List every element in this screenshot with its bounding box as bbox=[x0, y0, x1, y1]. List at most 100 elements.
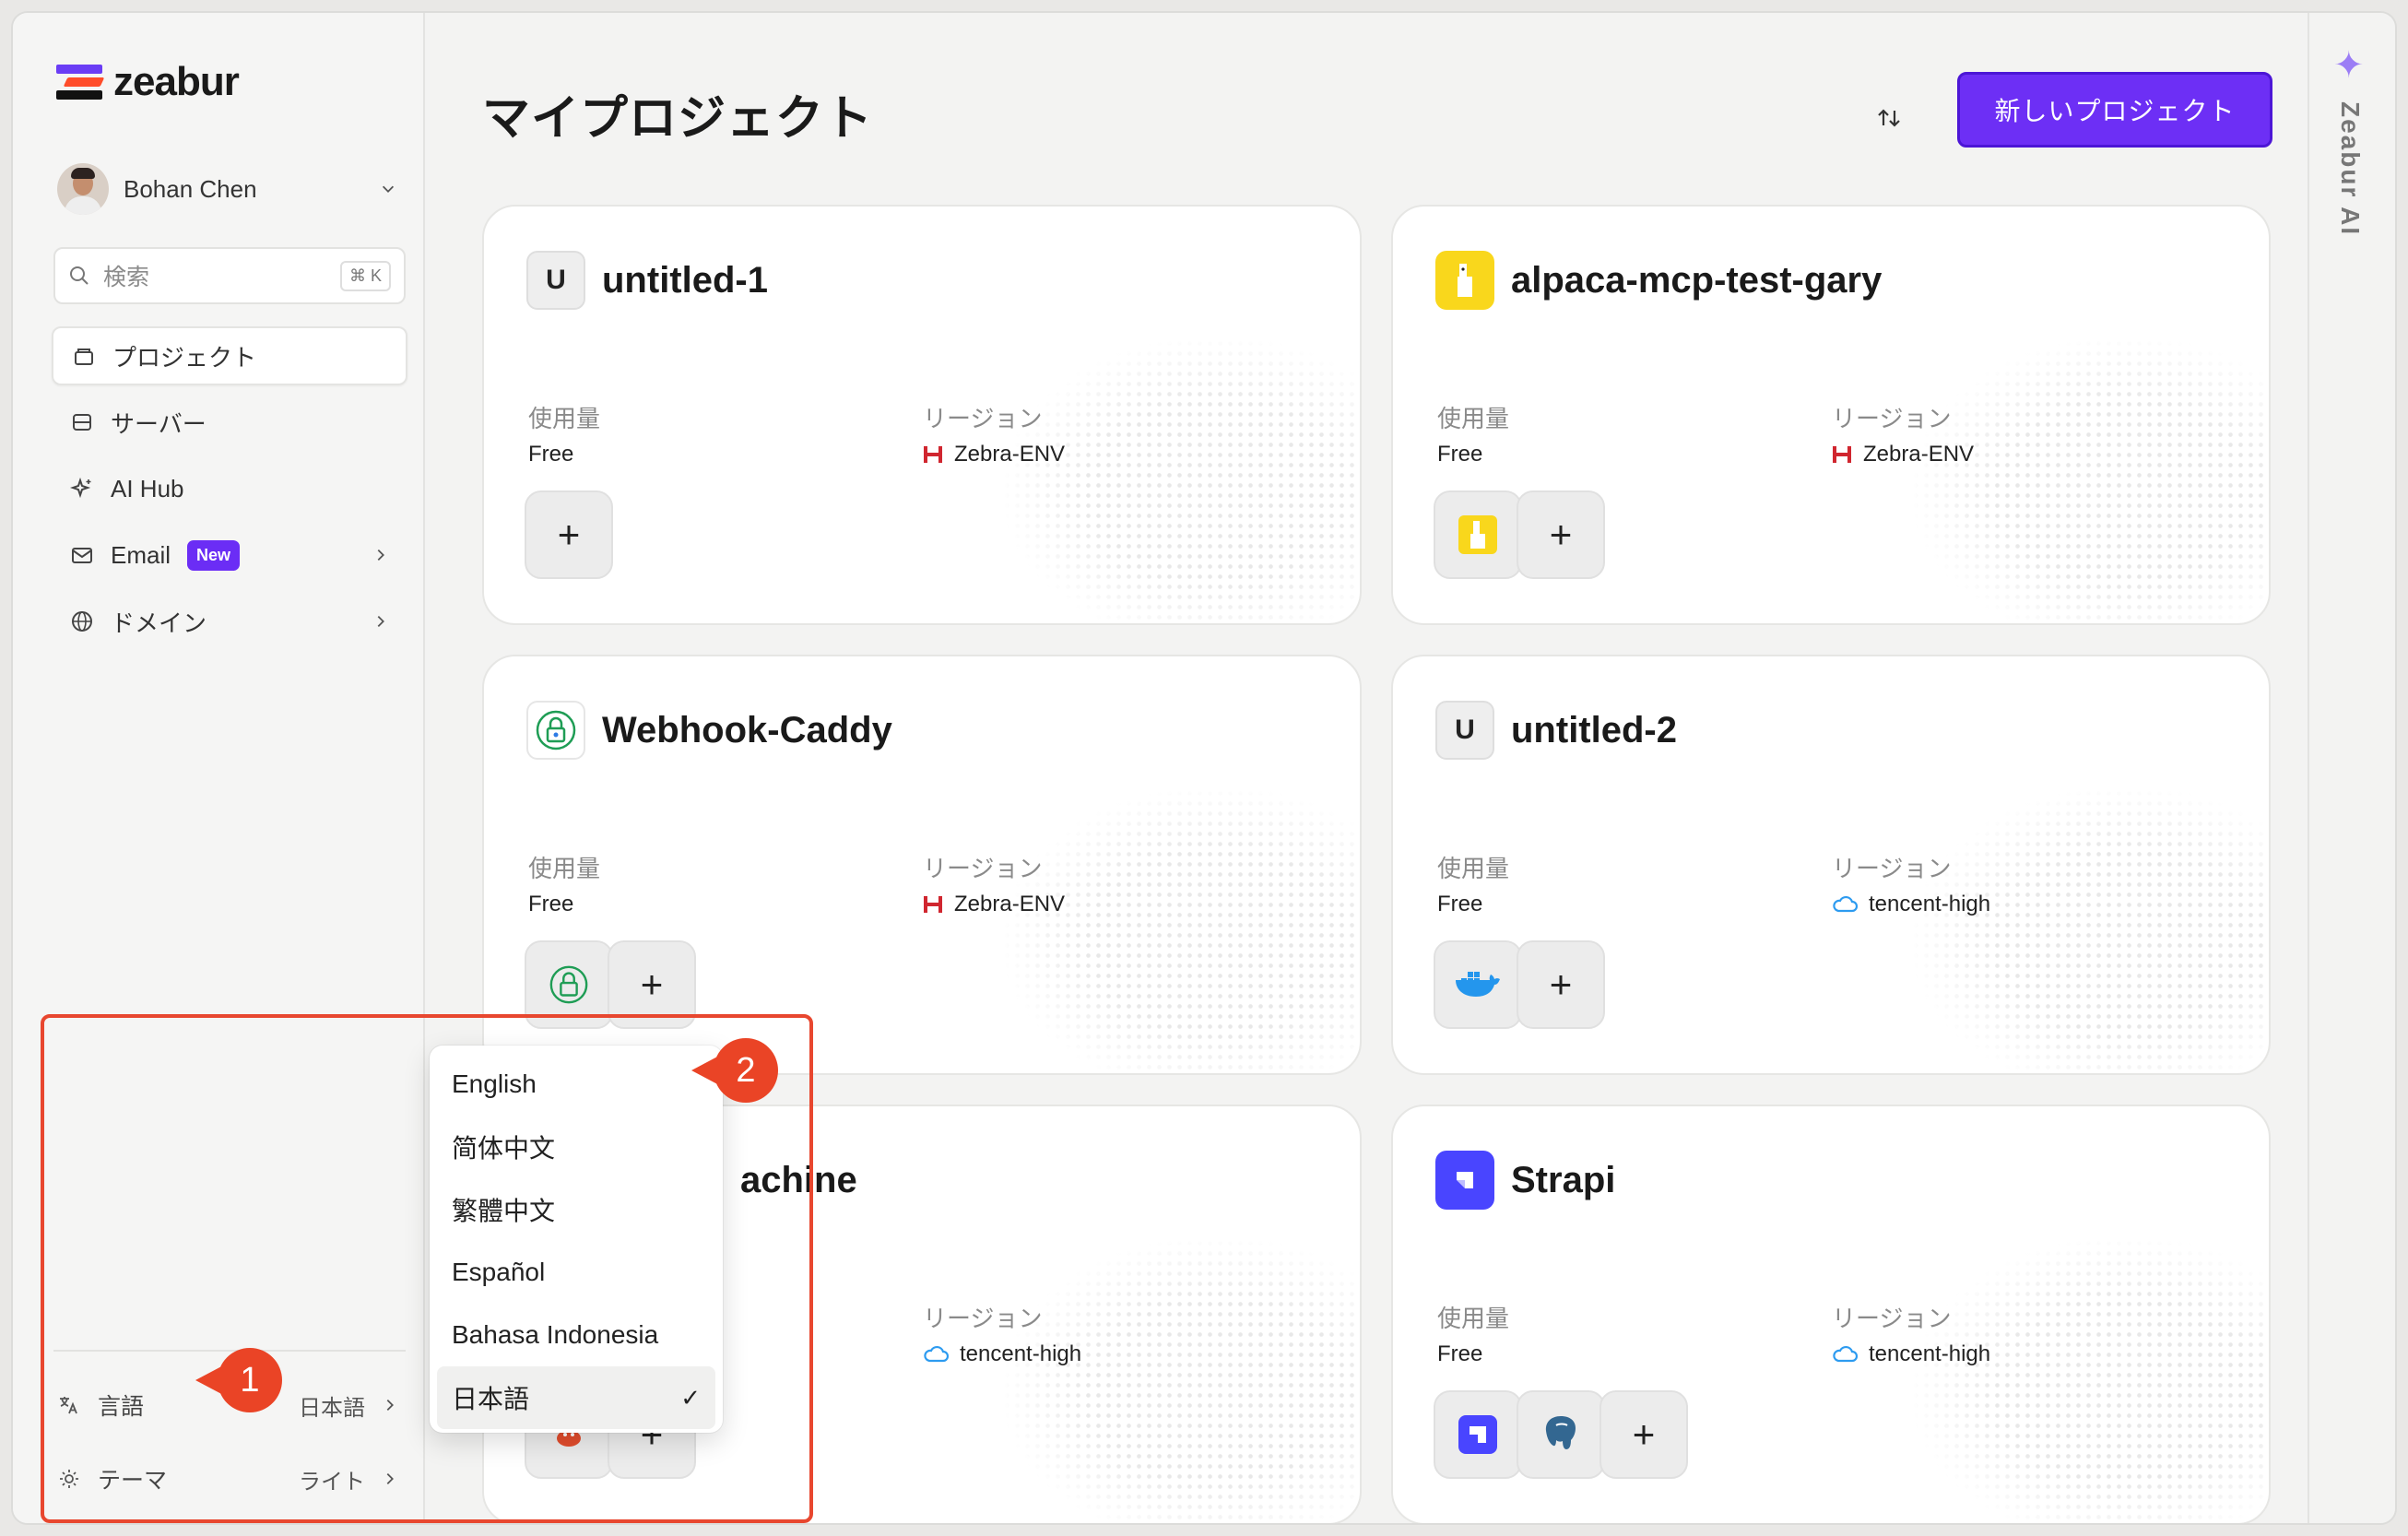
sidebar-item-label: プロジェクト bbox=[112, 343, 257, 372]
service-strapi[interactable] bbox=[1434, 1390, 1522, 1479]
sidebar-item-ai-hub[interactable]: AI Hub bbox=[52, 459, 407, 518]
page-title: マイプロジェクト bbox=[482, 92, 874, 146]
zeabur-logo[interactable]: zeabur bbox=[56, 59, 240, 105]
caddy-icon bbox=[549, 965, 588, 1004]
search-placeholder: 検索 bbox=[103, 265, 150, 290]
strapi-icon bbox=[1435, 1151, 1494, 1210]
annotation-callout-1: 1 bbox=[195, 1348, 282, 1412]
region-value: tencent-high bbox=[1832, 1341, 1990, 1367]
add-service-button[interactable]: + bbox=[1517, 940, 1605, 1029]
user-name: Bohan Chen bbox=[124, 174, 257, 203]
usage-label: 使用量 bbox=[528, 405, 601, 432]
project-title: alpaca-mcp-test-gary bbox=[1511, 259, 1883, 301]
docker-icon bbox=[1456, 972, 1500, 997]
usage-label: 使用量 bbox=[1437, 855, 1510, 882]
new-badge: New bbox=[187, 539, 241, 571]
region-label: リージョン bbox=[1832, 1305, 1952, 1332]
region-label: リージョン bbox=[923, 405, 1043, 432]
project-card-webhook-caddy[interactable]: Webhook-Caddy 使用量 Free リージョン Zebra-ENV + bbox=[482, 655, 1362, 1075]
mail-icon bbox=[72, 548, 92, 563]
project-card-untitled-2[interactable]: U untitled-2 使用量 Free リージョン tencent-high… bbox=[1391, 655, 2271, 1075]
user-switcher[interactable]: Bohan Chen bbox=[57, 160, 396, 218]
alpaca-icon bbox=[1435, 251, 1494, 310]
search-input[interactable]: 検索 ⌘ K bbox=[53, 247, 406, 304]
region-label: リージョン bbox=[1832, 855, 1952, 882]
project-card-strapi[interactable]: Strapi 使用量 Free リージョン tencent-high + bbox=[1391, 1105, 2271, 1523]
folder-icon bbox=[75, 349, 93, 365]
service-docker[interactable] bbox=[1434, 940, 1522, 1029]
sidebar-item-label: Email bbox=[111, 540, 171, 569]
new-project-button[interactable]: 新しいプロジェクト bbox=[1957, 72, 2272, 148]
alpaca-icon bbox=[1458, 515, 1497, 554]
usage-label: 使用量 bbox=[1437, 405, 1510, 432]
zebra-h-icon bbox=[924, 446, 942, 463]
search-shortcut: ⌘ K bbox=[339, 260, 391, 291]
usage-label: 使用量 bbox=[1437, 1305, 1510, 1332]
usage-value: Free bbox=[1437, 892, 1483, 916]
sidebar-item-domains[interactable]: ドメイン bbox=[52, 592, 407, 651]
sort-button[interactable] bbox=[1865, 94, 1913, 142]
region-value: tencent-high bbox=[1832, 892, 1990, 917]
usage-value: Free bbox=[1437, 442, 1483, 467]
strapi-icon bbox=[1458, 1415, 1497, 1454]
sidebar-item-label: AI Hub bbox=[111, 474, 184, 502]
sidebar-item-projects[interactable]: プロジェクト bbox=[52, 326, 407, 385]
region-value: tencent-high bbox=[923, 1341, 1081, 1367]
chevron-down-icon bbox=[382, 185, 395, 193]
sparkle-icon bbox=[70, 477, 91, 499]
usage-label: 使用量 bbox=[528, 855, 601, 882]
search-icon bbox=[70, 266, 89, 285]
zebra-h-icon bbox=[1833, 446, 1851, 463]
usage-value: Free bbox=[1437, 1341, 1483, 1366]
sidebar-item-label: サーバー bbox=[111, 409, 207, 438]
globe-icon bbox=[72, 611, 92, 632]
project-title: untitled-2 bbox=[1511, 709, 1677, 750]
annotation-callout-2: 2 bbox=[691, 1038, 778, 1103]
region-value: Zebra-ENV bbox=[923, 892, 1065, 917]
region-label: リージョン bbox=[923, 855, 1043, 882]
world-map-decoration bbox=[880, 1228, 1360, 1523]
region-value: Zebra-ENV bbox=[923, 442, 1065, 467]
world-map-decoration bbox=[1789, 328, 2269, 623]
project-title: Webhook-Caddy bbox=[602, 709, 892, 750]
zeabur-logo-icon bbox=[56, 65, 105, 100]
project-title: Strapi bbox=[1511, 1159, 1616, 1200]
world-map-decoration bbox=[1789, 778, 2269, 1073]
project-letter-icon: U bbox=[526, 251, 585, 310]
add-service-button[interactable]: + bbox=[525, 490, 613, 579]
sidebar-item-label: ドメイン bbox=[111, 608, 207, 637]
cloud-icon bbox=[1833, 895, 1858, 913]
zeabur-ai-label: Zeabur AI bbox=[2336, 101, 2365, 237]
zebra-h-icon bbox=[924, 896, 942, 913]
cloud-icon bbox=[1833, 1345, 1858, 1363]
chevron-right-icon bbox=[377, 615, 384, 628]
region-label: リージョン bbox=[923, 1305, 1043, 1332]
project-letter-icon: U bbox=[1435, 701, 1494, 760]
chevron-right-icon bbox=[377, 549, 384, 561]
usage-value: Free bbox=[528, 892, 574, 916]
annotation-highlight-box bbox=[41, 1014, 813, 1523]
caddy-icon bbox=[526, 701, 585, 760]
service-postgresql[interactable] bbox=[1517, 1390, 1605, 1479]
project-card-alpaca-mcp-test-gary[interactable]: alpaca-mcp-test-gary 使用量 Free リージョン Zebr… bbox=[1391, 205, 2271, 625]
add-service-button[interactable]: + bbox=[1517, 490, 1605, 579]
project-title: untitled-1 bbox=[602, 259, 768, 301]
add-service-button[interactable]: + bbox=[1599, 1390, 1688, 1479]
world-map-decoration bbox=[880, 328, 1360, 623]
brand-name: zeabur bbox=[113, 59, 240, 104]
cloud-icon bbox=[924, 1345, 949, 1363]
sort-icon bbox=[1878, 109, 1900, 127]
sparkle-icon: ✦ bbox=[2333, 45, 2365, 86]
service-alpaca[interactable] bbox=[1434, 490, 1522, 579]
zeabur-ai-rail[interactable]: ✦ Zeabur AI bbox=[2308, 13, 2395, 1523]
postgresql-icon bbox=[1545, 1416, 1576, 1449]
world-map-decoration bbox=[880, 778, 1360, 1073]
sidebar-item-servers[interactable]: サーバー bbox=[52, 393, 407, 452]
avatar bbox=[57, 163, 109, 215]
project-card-untitled-1[interactable]: U untitled-1 使用量 Free リージョン Zebra-ENV + bbox=[482, 205, 1362, 625]
world-map-decoration bbox=[1789, 1228, 2269, 1523]
app-window: zeabur Bohan Chen 検索 ⌘ K プロジェクト サーバー AI … bbox=[11, 11, 2397, 1525]
region-label: リージョン bbox=[1832, 405, 1952, 432]
usage-value: Free bbox=[528, 442, 574, 467]
sidebar-item-email[interactable]: Email New bbox=[52, 526, 407, 585]
